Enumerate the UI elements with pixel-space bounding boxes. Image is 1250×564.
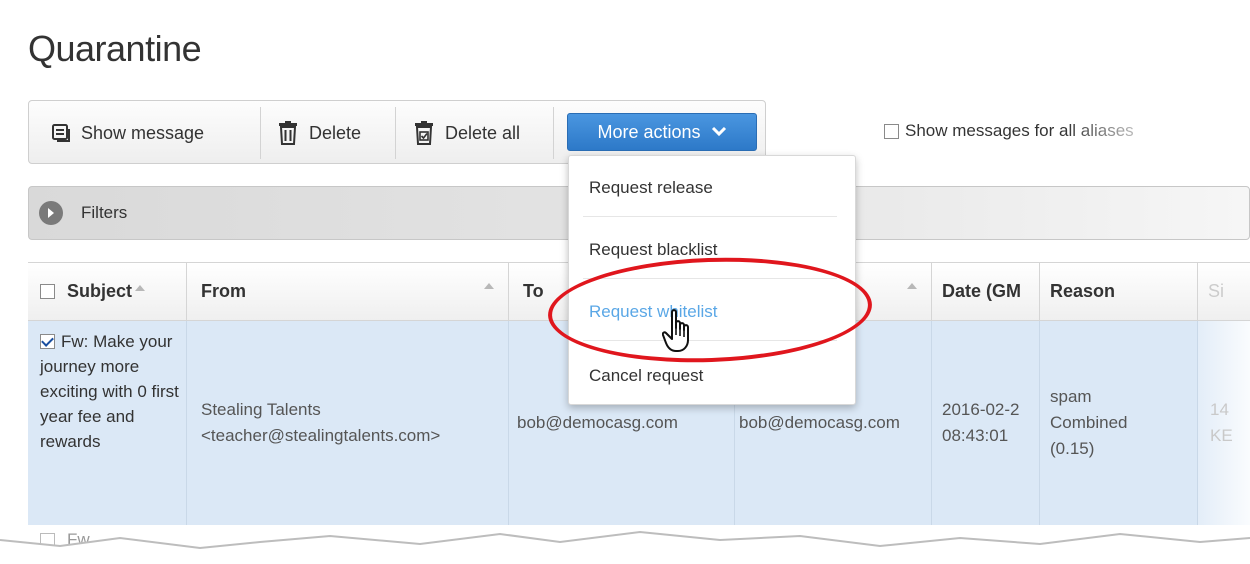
reason-line3: (0.15) <box>1050 439 1095 458</box>
menu-item-request-blacklist[interactable]: Request blacklist <box>589 240 718 260</box>
hand-pointer-icon <box>662 309 689 352</box>
sort-arrow-icon <box>135 284 146 291</box>
row-date: 2016-02-2 <box>942 400 1020 419</box>
more-actions-label: More actions <box>597 121 701 142</box>
sort-arrow-icon <box>907 283 917 289</box>
reason-line2: Combined <box>1050 413 1128 432</box>
trash-icon <box>279 121 297 145</box>
reason-header-label: Reason <box>1050 281 1116 301</box>
select-all-checkbox[interactable] <box>40 284 55 299</box>
column-header-size[interactable]: Si <box>1198 263 1250 321</box>
table-row-date-cell[interactable]: 2016-02-2 08:43:01 <box>932 321 1040 525</box>
menu-item-cancel-request[interactable]: Cancel request <box>589 366 703 386</box>
menu-item-request-release[interactable]: Request release <box>589 178 713 198</box>
size-line1: 14 <box>1210 400 1229 419</box>
chevron-down-icon <box>711 126 726 137</box>
more-actions-button[interactable]: More actions <box>567 113 757 151</box>
delete-all-button[interactable]: Delete all <box>413 113 520 153</box>
show-message-button[interactable]: Show message <box>51 113 204 153</box>
sort-arrow-icon <box>484 283 494 289</box>
toolbar-divider <box>553 107 554 159</box>
row-time: 08:43:01 <box>942 426 1009 445</box>
delete-button[interactable]: Delete <box>277 113 361 153</box>
show-message-label: Show message <box>81 122 205 143</box>
delete-label: Delete <box>309 122 362 143</box>
trash-all-icon <box>415 121 433 145</box>
row-subject: Fw: Make your journey more exciting with… <box>40 332 179 451</box>
column-header-subject[interactable]: Subject <box>28 263 187 321</box>
message-icon <box>52 124 70 142</box>
from-email: <teacher@stealingtalents.com> <box>201 426 441 445</box>
menu-divider <box>583 216 837 217</box>
size-line2: KE <box>1210 426 1233 445</box>
from-name: Stealing Talents <box>201 400 321 419</box>
column-header-date[interactable]: Date (GM <box>932 263 1040 321</box>
all-aliases-label: Show messages for all aliases <box>905 121 1134 140</box>
size-header-label: Si <box>1208 281 1225 301</box>
subject-header-label: Subject <box>67 281 133 301</box>
column-header-from[interactable]: From <box>187 263 509 321</box>
table-row-size-cell[interactable]: 14 KE <box>1198 321 1250 525</box>
toolbar-divider <box>395 107 396 159</box>
filters-label: Filters <box>81 203 128 222</box>
expand-circle-icon[interactable] <box>39 201 63 225</box>
date-header-label: Date (GM <box>942 281 1022 301</box>
reason-line1: spam <box>1050 387 1092 406</box>
page-title: Quarantine <box>28 28 202 69</box>
toolbar-divider <box>260 107 261 159</box>
column-header-reason[interactable]: Reason <box>1040 263 1198 321</box>
from-header-label: From <box>201 281 246 301</box>
table-row-subject-cell[interactable]: Fw: Make your journey more exciting with… <box>28 321 187 525</box>
recipient-address: bob@democasg.com <box>739 413 900 432</box>
all-aliases-checkbox[interactable] <box>884 123 899 139</box>
to-address: bob@democasg.com <box>517 413 678 432</box>
delete-all-label: Delete all <box>445 122 521 143</box>
torn-edge-decoration <box>0 530 1250 564</box>
all-aliases-option[interactable]: Show messages for all aliases <box>884 121 1134 141</box>
row-checkbox[interactable] <box>40 334 55 349</box>
table-row-from-cell[interactable]: Stealing Talents <teacher@stealingtalent… <box>187 321 509 525</box>
to-header-label: To <box>523 281 544 301</box>
table-row-reason-cell[interactable]: spam Combined (0.15) <box>1040 321 1198 525</box>
